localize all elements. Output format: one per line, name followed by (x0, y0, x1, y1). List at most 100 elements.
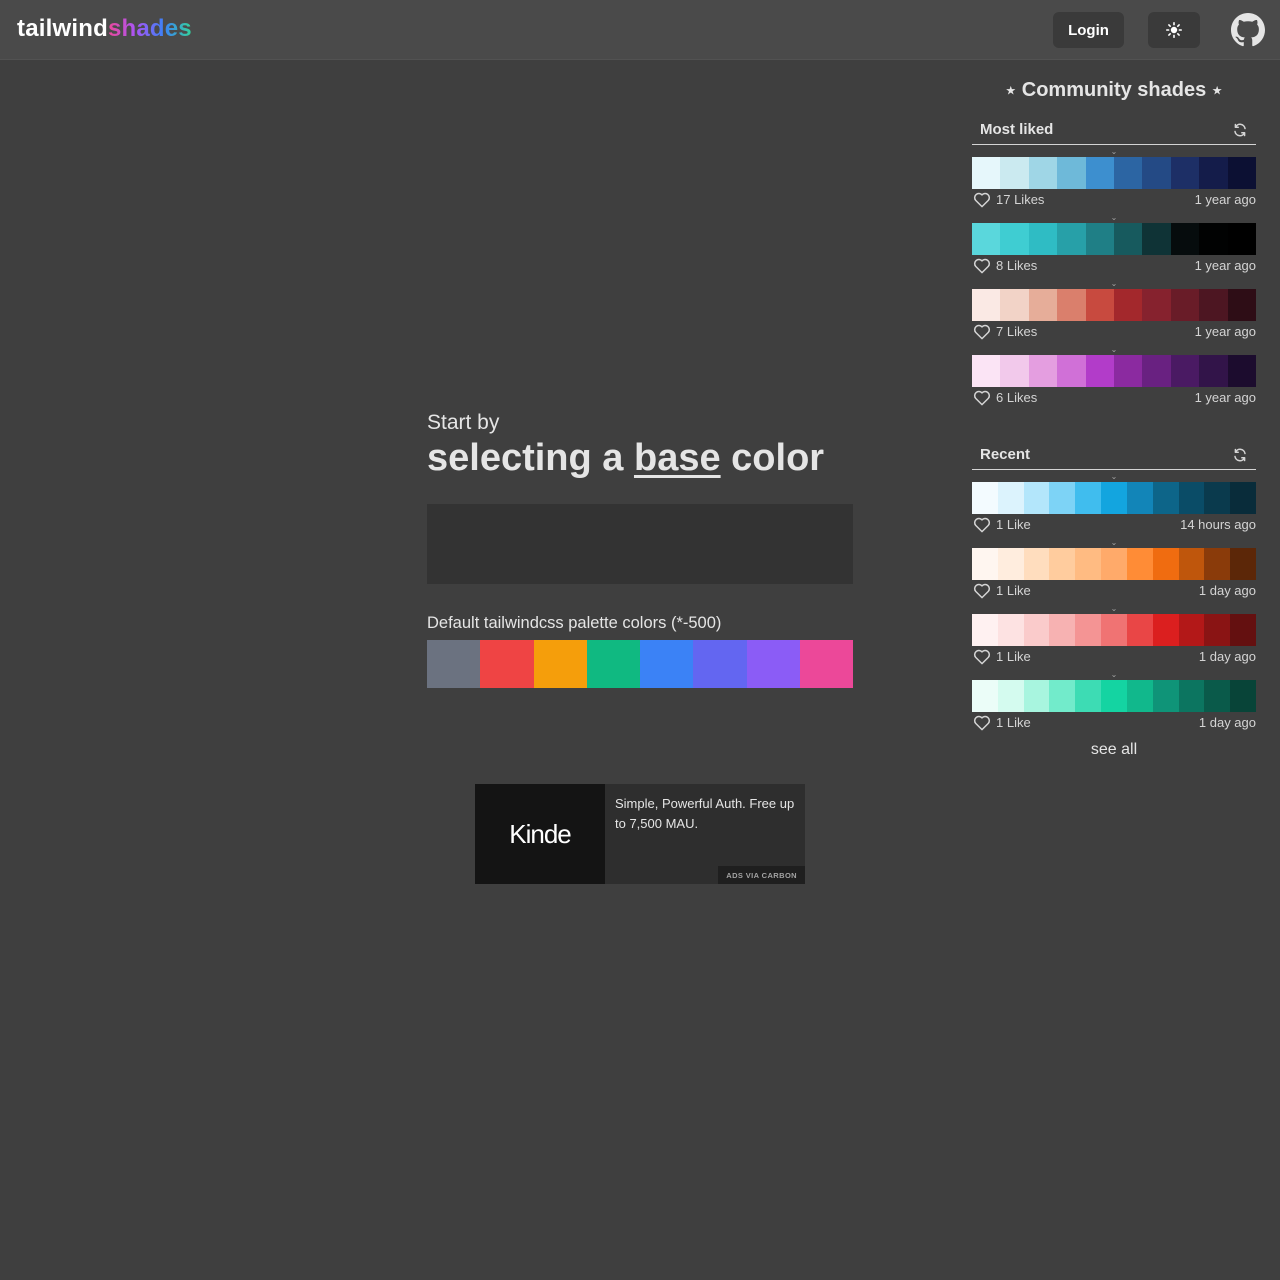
palette-swatch[interactable] (1101, 680, 1127, 712)
ad-logo[interactable]: Kinde (475, 784, 605, 884)
heart-icon[interactable] (973, 648, 991, 665)
palette-swatch[interactable] (972, 289, 1001, 321)
palette-swatch[interactable] (1114, 223, 1143, 255)
theme-toggle-button[interactable] (1148, 12, 1200, 48)
github-icon[interactable] (1231, 13, 1265, 47)
palette-swatch-row[interactable] (972, 223, 1257, 255)
palette-swatch[interactable] (1085, 223, 1115, 255)
palette-swatch[interactable] (1170, 355, 1200, 387)
palette-swatch-row[interactable] (972, 289, 1257, 321)
chevron-down-icon[interactable]: ⌄ (972, 346, 1256, 354)
palette-swatch[interactable] (1152, 482, 1179, 514)
heart-icon[interactable] (973, 257, 991, 274)
palette-swatch[interactable] (972, 157, 1001, 189)
chevron-down-icon[interactable]: ⌄ (972, 473, 1256, 481)
palette-swatch[interactable] (972, 548, 998, 580)
palette-swatch[interactable] (1075, 482, 1102, 514)
heart-icon[interactable] (973, 191, 991, 208)
chevron-down-icon[interactable]: ⌄ (972, 671, 1256, 679)
palette-swatch[interactable] (997, 680, 1024, 712)
palette-swatch[interactable] (1000, 223, 1029, 255)
palette-swatch[interactable] (1126, 548, 1153, 580)
palette-swatch[interactable] (997, 614, 1024, 646)
palette-swatch[interactable] (1170, 289, 1200, 321)
palette-swatch[interactable] (1114, 157, 1143, 189)
heart-icon[interactable] (973, 389, 991, 406)
palette-swatch[interactable] (1227, 223, 1257, 255)
heart-icon[interactable] (973, 516, 991, 533)
palette-swatch[interactable] (972, 482, 998, 514)
default-color-swatch[interactable] (693, 640, 747, 688)
palette-swatch[interactable] (1230, 614, 1256, 646)
palette-swatch[interactable] (1075, 614, 1102, 646)
chevron-down-icon[interactable]: ⌄ (972, 214, 1256, 222)
palette-swatch[interactable] (1230, 548, 1256, 580)
see-all-link[interactable]: see all (972, 741, 1256, 759)
default-color-swatch[interactable] (799, 640, 853, 688)
palette-swatch[interactable] (1178, 680, 1205, 712)
palette-swatch[interactable] (1204, 614, 1231, 646)
default-color-swatch[interactable] (746, 640, 800, 688)
default-color-swatch[interactable] (533, 640, 587, 688)
refresh-icon[interactable] (1232, 122, 1248, 138)
palette-swatch[interactable] (1057, 289, 1086, 321)
palette-swatch-row[interactable] (972, 157, 1257, 189)
palette-swatch[interactable] (972, 614, 998, 646)
default-color-swatch[interactable] (480, 640, 534, 688)
default-color-swatch[interactable] (427, 640, 481, 688)
palette-swatch[interactable] (1204, 482, 1231, 514)
palette-swatch[interactable] (1142, 157, 1171, 189)
palette-swatch[interactable] (997, 482, 1024, 514)
palette-swatch[interactable] (1199, 289, 1228, 321)
palette-swatch[interactable] (1114, 289, 1143, 321)
palette-swatch[interactable] (1142, 223, 1171, 255)
palette-swatch[interactable] (1227, 355, 1257, 387)
palette-swatch[interactable] (1152, 548, 1179, 580)
palette-swatch[interactable] (1199, 355, 1228, 387)
carbon-ad[interactable]: Kinde Simple, Powerful Auth. Free up to … (475, 784, 805, 884)
palette-swatch[interactable] (1028, 223, 1058, 255)
palette-swatch[interactable] (1114, 355, 1143, 387)
palette-swatch[interactable] (1227, 157, 1257, 189)
ads-via-carbon-link[interactable]: ADS VIA CARBON (718, 866, 805, 884)
ad-text[interactable]: Simple, Powerful Auth. Free up to 7,500 … (615, 794, 797, 834)
palette-swatch[interactable] (1057, 355, 1086, 387)
chevron-down-icon[interactable]: ⌄ (972, 605, 1256, 613)
heart-icon[interactable] (973, 714, 991, 731)
palette-swatch[interactable] (1126, 680, 1153, 712)
palette-swatch[interactable] (1057, 157, 1086, 189)
palette-swatch[interactable] (1199, 223, 1228, 255)
palette-swatch[interactable] (1023, 680, 1050, 712)
palette-swatch[interactable] (1152, 614, 1179, 646)
palette-swatch[interactable] (1085, 157, 1115, 189)
login-button[interactable]: Login (1053, 12, 1124, 48)
palette-swatch[interactable] (1101, 482, 1127, 514)
palette-swatch[interactable] (1049, 614, 1076, 646)
palette-swatch-row[interactable] (972, 482, 1256, 514)
palette-swatch[interactable] (1170, 157, 1200, 189)
palette-swatch[interactable] (1227, 289, 1257, 321)
palette-swatch[interactable] (1101, 614, 1127, 646)
palette-swatch[interactable] (1000, 289, 1029, 321)
palette-swatch[interactable] (1028, 157, 1058, 189)
palette-swatch[interactable] (1142, 289, 1171, 321)
palette-swatch[interactable] (1126, 614, 1153, 646)
palette-swatch[interactable] (1000, 355, 1029, 387)
palette-swatch[interactable] (1178, 548, 1205, 580)
base-color-input[interactable] (427, 504, 853, 584)
palette-swatch[interactable] (997, 548, 1024, 580)
palette-swatch-row[interactable] (972, 680, 1256, 712)
palette-swatch[interactable] (972, 223, 1001, 255)
heart-icon[interactable] (973, 323, 991, 340)
palette-swatch[interactable] (1230, 482, 1256, 514)
palette-swatch[interactable] (1178, 614, 1205, 646)
palette-swatch[interactable] (1085, 289, 1115, 321)
palette-swatch[interactable] (1000, 157, 1029, 189)
palette-swatch[interactable] (1049, 680, 1076, 712)
palette-swatch[interactable] (1204, 680, 1231, 712)
chevron-down-icon[interactable]: ⌄ (972, 148, 1256, 156)
palette-swatch[interactable] (1049, 482, 1076, 514)
refresh-icon[interactable] (1232, 447, 1248, 463)
palette-swatch[interactable] (1023, 548, 1050, 580)
palette-swatch[interactable] (1085, 355, 1115, 387)
